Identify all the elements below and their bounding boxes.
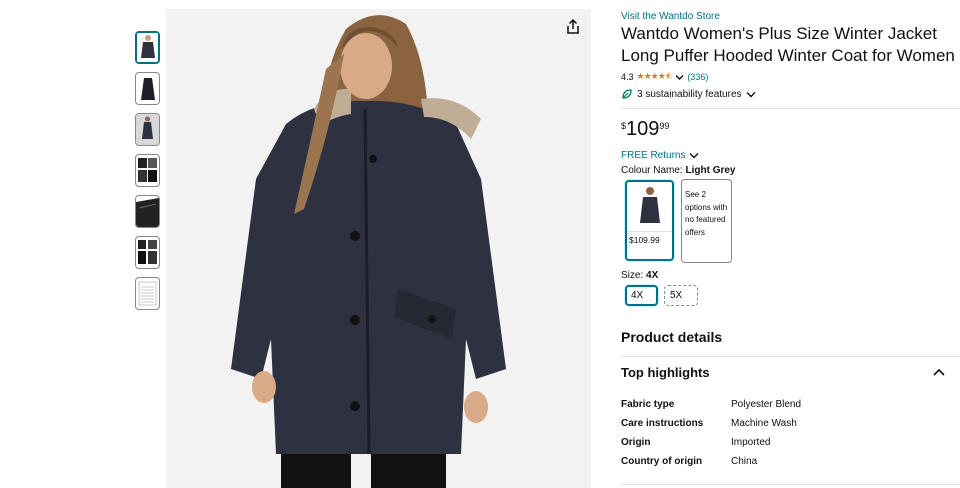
size-label: Size: bbox=[621, 270, 644, 281]
swatch-price: $109.99 bbox=[629, 235, 660, 245]
product-title: Wantdo Women's Plus Size Winter Jacket L… bbox=[621, 24, 955, 65]
spec-row: Fabric type Polyester Blend bbox=[621, 399, 951, 410]
sustainability-label: 3 sustainability features bbox=[637, 88, 742, 100]
divider bbox=[621, 108, 960, 109]
spec-value: Polyester Blend bbox=[731, 399, 802, 410]
spec-key: Care instructions bbox=[621, 418, 704, 429]
thumb-features-collage[interactable] bbox=[135, 236, 160, 269]
free-returns-link[interactable]: FREE Returns bbox=[621, 150, 699, 161]
rating-value: 4.3 bbox=[621, 72, 634, 82]
rating-row: 4.3 ★★★★⯪ (336) bbox=[621, 69, 708, 85]
chevron-up-icon[interactable] bbox=[933, 368, 945, 376]
chevron-down-icon[interactable] bbox=[675, 74, 684, 81]
share-icon[interactable] bbox=[566, 19, 580, 35]
colour-label: Colour Name: bbox=[621, 165, 683, 176]
spec-value: Imported bbox=[731, 437, 771, 448]
spec-value: Machine Wash bbox=[731, 418, 797, 429]
spec-key: Fabric type bbox=[621, 399, 675, 410]
divider bbox=[621, 356, 960, 357]
colour-name: Colour Name: Light Grey bbox=[621, 165, 736, 176]
thumb-details-collage[interactable] bbox=[135, 154, 160, 187]
sustainability-features[interactable]: 3 sustainability features bbox=[621, 88, 756, 100]
star-rating-icon[interactable]: ★★★★⯪ bbox=[637, 69, 674, 85]
rating-count-link[interactable]: (336) bbox=[687, 72, 708, 82]
size-option-5x[interactable]: 5X bbox=[664, 285, 698, 306]
size-option-4x[interactable]: 4X bbox=[625, 285, 658, 306]
thumb-jacket-front[interactable] bbox=[135, 72, 160, 105]
size-name: Size: 4X bbox=[621, 270, 658, 281]
leaf-icon bbox=[622, 89, 632, 99]
size-value: 4X bbox=[646, 270, 659, 281]
colour-swatch-selected[interactable]: $109.99 bbox=[625, 180, 674, 261]
free-returns-label: FREE Returns bbox=[621, 150, 686, 161]
price-whole: 109 bbox=[626, 118, 660, 140]
chevron-down-icon bbox=[746, 91, 756, 97]
thumb-model-front[interactable] bbox=[135, 31, 160, 64]
price-fraction: 99 bbox=[659, 121, 670, 131]
colour-swatch-more-options[interactable]: See 2 options with no featured offers bbox=[681, 179, 732, 263]
colour-value: Light Grey bbox=[685, 165, 736, 176]
spec-row: Care instructions Machine Wash bbox=[621, 418, 951, 429]
thumb-size-chart[interactable] bbox=[135, 277, 160, 310]
thumb-model-snow[interactable] bbox=[135, 113, 160, 146]
thumbnail-strip bbox=[135, 31, 162, 318]
spec-row: Origin Imported bbox=[621, 437, 951, 448]
spec-row: Country of origin China bbox=[621, 456, 951, 467]
spec-value: China bbox=[731, 456, 758, 467]
store-link[interactable]: Visit the Wantdo Store bbox=[621, 11, 720, 22]
price: $ 109 99 bbox=[621, 118, 669, 140]
spec-key: Country of origin bbox=[621, 456, 703, 467]
spec-key: Origin bbox=[621, 437, 651, 448]
divider bbox=[621, 484, 960, 485]
thumb-fabric-closeup[interactable] bbox=[135, 195, 160, 228]
top-highlights-heading[interactable]: Top highlights bbox=[621, 365, 710, 380]
product-details-heading: Product details bbox=[621, 329, 723, 345]
chevron-down-icon bbox=[689, 153, 699, 159]
main-product-image[interactable] bbox=[166, 9, 591, 488]
swatch-image bbox=[627, 182, 672, 232]
